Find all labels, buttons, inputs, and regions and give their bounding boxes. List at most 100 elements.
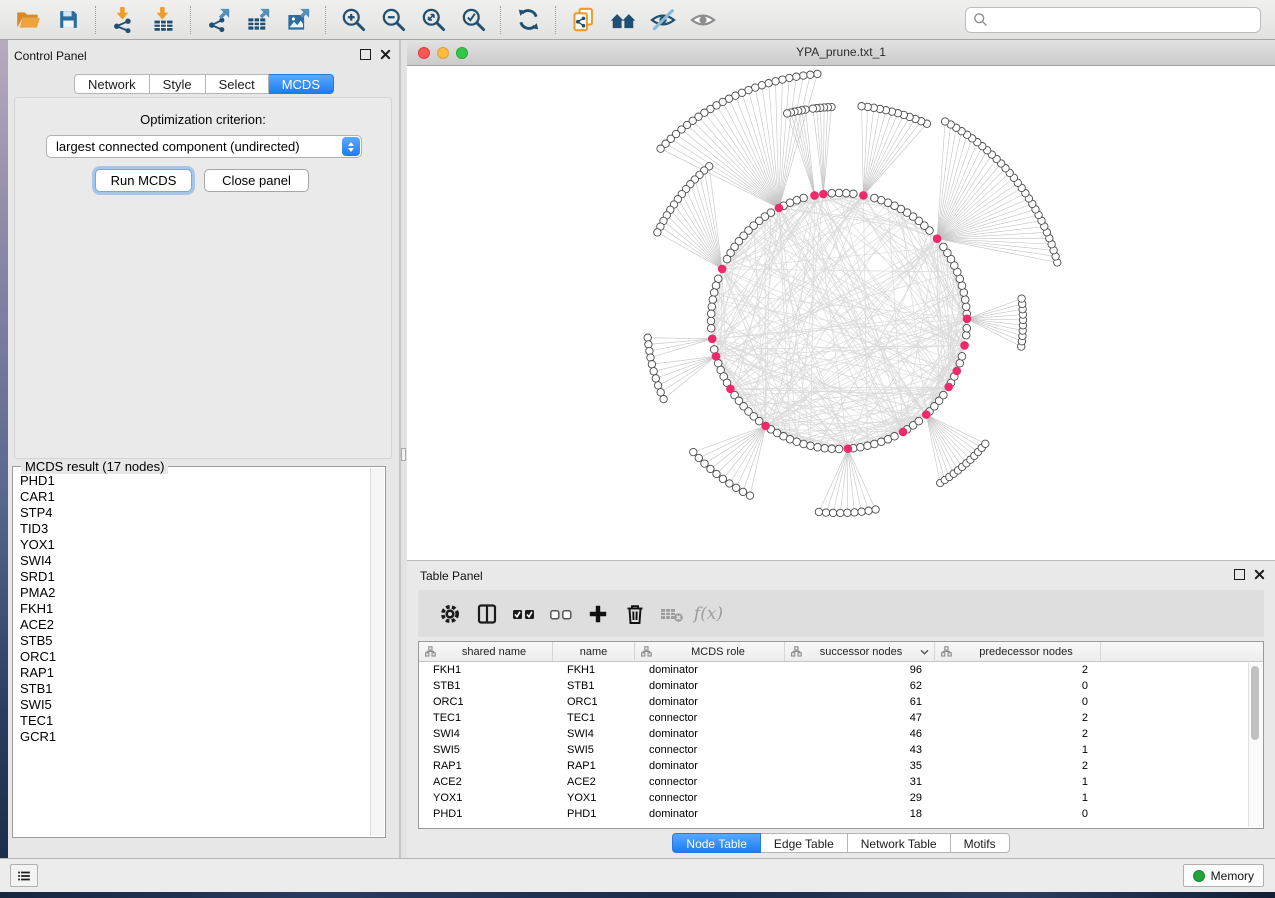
log-console-button[interactable] xyxy=(10,864,38,887)
table-scrollbar-thumb[interactable] xyxy=(1251,666,1259,740)
tab-network[interactable]: Network xyxy=(74,74,150,94)
tab-mcds[interactable]: MCDS xyxy=(269,74,334,94)
table-cell[interactable]: dominator xyxy=(635,696,785,708)
table-cell[interactable]: 0 xyxy=(935,680,1101,692)
add-column-button[interactable] xyxy=(579,595,616,632)
column-settings-button[interactable] xyxy=(431,595,468,632)
table-cell[interactable]: dominator xyxy=(635,728,785,740)
table-cell[interactable]: RAP1 xyxy=(553,760,635,772)
zoom-selected-button[interactable] xyxy=(453,3,493,37)
table-cell[interactable]: YOX1 xyxy=(553,792,635,804)
memory-button[interactable]: Memory xyxy=(1183,864,1264,887)
table-cell[interactable]: dominator xyxy=(635,760,785,772)
table-cell[interactable]: dominator xyxy=(635,664,785,676)
table-cell[interactable]: 2 xyxy=(935,760,1101,772)
table-cell[interactable]: ACE2 xyxy=(419,776,553,788)
table-cell[interactable]: PHD1 xyxy=(553,808,635,820)
column-header-shared-name[interactable]: shared name xyxy=(419,642,553,661)
mcds-result-item[interactable]: ORC1 xyxy=(20,649,385,665)
table-cell[interactable]: 1 xyxy=(935,792,1101,804)
table-panel-float-icon[interactable] xyxy=(1234,569,1245,580)
table-cell[interactable]: 43 xyxy=(785,744,935,756)
table-cell[interactable]: connector xyxy=(635,792,785,804)
table-cell[interactable]: SWI5 xyxy=(553,744,635,756)
open-session-button[interactable] xyxy=(8,3,48,37)
table-cell[interactable]: TEC1 xyxy=(553,712,635,724)
export-table-button[interactable] xyxy=(238,3,278,37)
first-neighbors-button[interactable] xyxy=(603,3,643,37)
table-cell[interactable]: dominator xyxy=(635,680,785,692)
table-row[interactable]: FKH1FKH1dominator962 xyxy=(419,662,1263,678)
search-field[interactable] xyxy=(965,7,1261,33)
table-row[interactable]: STB1STB1dominator620 xyxy=(419,678,1263,694)
tab-motifs[interactable]: Motifs xyxy=(951,833,1010,853)
table-cell[interactable]: 96 xyxy=(785,664,935,676)
tab-style[interactable]: Style xyxy=(150,74,206,94)
table-cell[interactable]: SWI5 xyxy=(419,744,553,756)
zoom-out-button[interactable] xyxy=(373,3,413,37)
table-cell[interactable]: SWI4 xyxy=(419,728,553,740)
splitter-handle[interactable] xyxy=(401,448,406,461)
mcds-result-item[interactable]: PHD1 xyxy=(20,473,385,489)
mcds-result-item[interactable]: TID3 xyxy=(20,521,385,537)
save-session-button[interactable] xyxy=(48,3,88,37)
criterion-dropdown[interactable]: largest connected component (undirected) xyxy=(46,135,362,158)
table-cell[interactable]: SWI4 xyxy=(553,728,635,740)
column-header-successor-nodes[interactable]: successor nodes xyxy=(785,642,935,661)
column-header-MCDS-role[interactable]: MCDS role xyxy=(635,642,785,661)
mcds-result-item[interactable]: ACE2 xyxy=(20,617,385,633)
deselect-all-rows-button[interactable] xyxy=(542,595,579,632)
export-network-button[interactable] xyxy=(198,3,238,37)
mcds-result-item[interactable]: YOX1 xyxy=(20,537,385,553)
mcds-result-item[interactable]: SWI5 xyxy=(20,697,385,713)
mcds-result-item[interactable]: SRD1 xyxy=(20,569,385,585)
table-row[interactable]: SWI5SWI5connector431 xyxy=(419,742,1263,758)
select-all-rows-button[interactable] xyxy=(505,595,542,632)
table-cell[interactable]: 2 xyxy=(935,712,1101,724)
table-row[interactable]: SWI4SWI4dominator462 xyxy=(419,726,1263,742)
mcds-result-item[interactable]: SWI4 xyxy=(20,553,385,569)
table-cell[interactable]: 29 xyxy=(785,792,935,804)
control-panel-close-icon[interactable] xyxy=(380,49,391,60)
mcds-result-item[interactable]: STP4 xyxy=(20,505,385,521)
table-row[interactable]: ORC1ORC1dominator610 xyxy=(419,694,1263,710)
table-cell[interactable]: 2 xyxy=(935,664,1101,676)
mcds-result-item[interactable]: FKH1 xyxy=(20,601,385,617)
mcds-result-item[interactable]: TEC1 xyxy=(20,713,385,729)
table-row[interactable]: ACE2ACE2connector311 xyxy=(419,774,1263,790)
table-cell[interactable]: YOX1 xyxy=(419,792,553,804)
table-scrollbar[interactable] xyxy=(1248,663,1262,827)
table-cell[interactable]: ORC1 xyxy=(553,696,635,708)
network-canvas-svg[interactable] xyxy=(407,66,1275,560)
table-row[interactable]: RAP1RAP1dominator352 xyxy=(419,758,1263,774)
show-columns-button[interactable] xyxy=(468,595,505,632)
mcds-result-item[interactable]: GCR1 xyxy=(20,729,385,745)
control-panel-float-icon[interactable] xyxy=(360,49,371,60)
mcds-result-item[interactable]: STB1 xyxy=(20,681,385,697)
table-panel-close-icon[interactable] xyxy=(1254,569,1265,580)
table-cell[interactable]: PHD1 xyxy=(419,808,553,820)
table-cell[interactable]: dominator xyxy=(635,808,785,820)
clone-network-button[interactable] xyxy=(563,3,603,37)
table-cell[interactable]: connector xyxy=(635,744,785,756)
table-cell[interactable]: 31 xyxy=(785,776,935,788)
table-cell[interactable]: TEC1 xyxy=(419,712,553,724)
table-cell[interactable]: STB1 xyxy=(553,680,635,692)
table-cell[interactable]: 62 xyxy=(785,680,935,692)
zoom-in-button[interactable] xyxy=(333,3,373,37)
tab-node-table[interactable]: Node Table xyxy=(672,833,761,853)
import-network-button[interactable] xyxy=(103,3,143,37)
mcds-list-scrollbar[interactable] xyxy=(370,468,384,836)
table-cell[interactable]: ORC1 xyxy=(419,696,553,708)
table-cell[interactable]: 18 xyxy=(785,808,935,820)
mcds-result-item[interactable]: RAP1 xyxy=(20,665,385,681)
run-mcds-button[interactable]: Run MCDS xyxy=(95,169,192,192)
table-row[interactable]: PHD1PHD1dominator180 xyxy=(419,806,1263,822)
mcds-result-item[interactable]: CAR1 xyxy=(20,489,385,505)
table-cell[interactable]: connector xyxy=(635,712,785,724)
table-row[interactable]: TEC1TEC1connector472 xyxy=(419,710,1263,726)
table-cell[interactable]: 35 xyxy=(785,760,935,772)
table-cell[interactable]: ACE2 xyxy=(553,776,635,788)
refresh-view-button[interactable] xyxy=(508,3,548,37)
tab-select[interactable]: Select xyxy=(206,74,269,94)
